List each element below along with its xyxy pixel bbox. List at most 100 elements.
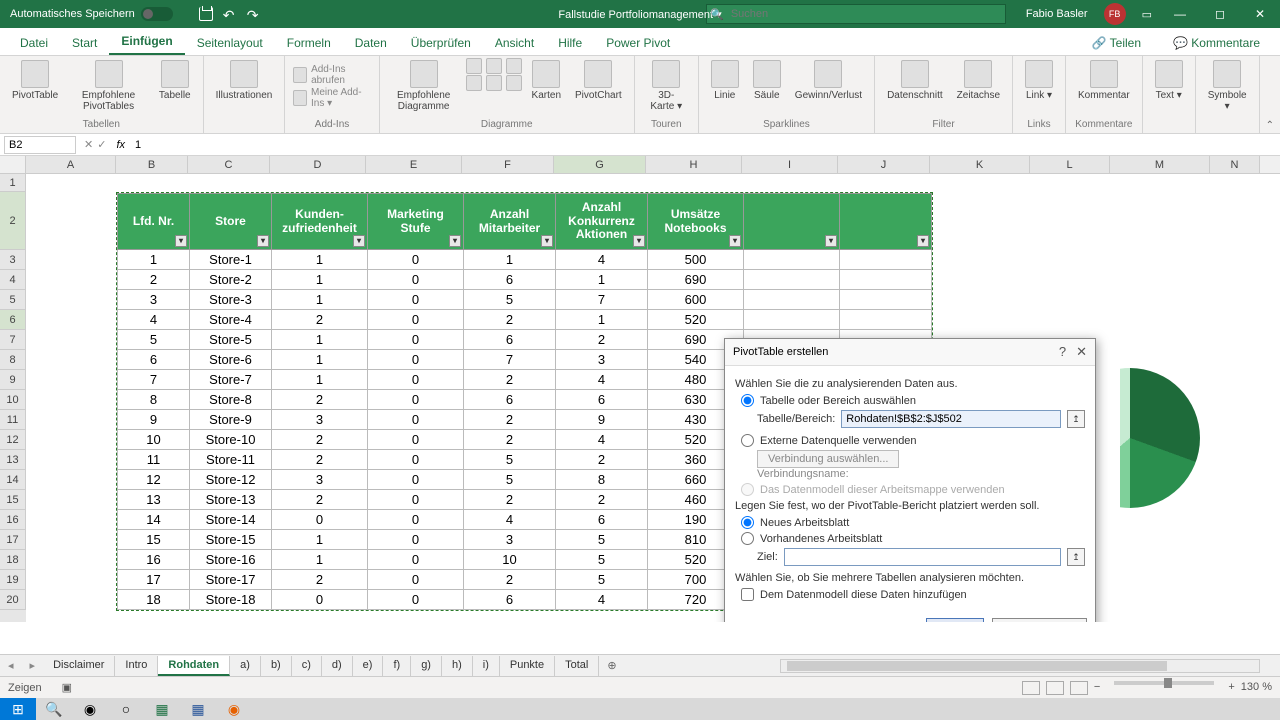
col-header-G[interactable]: G: [554, 156, 646, 173]
sheet-tab-total[interactable]: Total: [555, 656, 599, 676]
cell[interactable]: Store-6: [190, 350, 272, 370]
ribbon-tab-überprüfen[interactable]: Überprüfen: [399, 31, 483, 55]
col-header-E[interactable]: E: [366, 156, 462, 173]
row-header-17[interactable]: 17: [0, 530, 26, 550]
range-picker-icon[interactable]: ↥: [1067, 410, 1085, 428]
line-chart-icon[interactable]: [486, 58, 502, 74]
sparkline-line-button[interactable]: Linie: [707, 58, 743, 103]
radio-external-source[interactable]: Externe Datenquelle verwenden: [741, 434, 1085, 447]
sheet-tab-e)[interactable]: e): [353, 656, 384, 676]
row-header-16[interactable]: 16: [0, 510, 26, 530]
ribbon-tab-daten[interactable]: Daten: [343, 31, 399, 55]
cell[interactable]: Store-18: [190, 590, 272, 610]
cell[interactable]: Store-5: [190, 330, 272, 350]
cell[interactable]: 0: [368, 390, 464, 410]
avatar[interactable]: FB: [1104, 3, 1126, 25]
cell[interactable]: 0: [368, 430, 464, 450]
cancel-button[interactable]: Abbrechen: [992, 618, 1087, 622]
cell[interactable]: 5: [118, 330, 190, 350]
cell[interactable]: 2: [556, 490, 648, 510]
ribbon-display-icon[interactable]: ▭: [1142, 8, 1152, 21]
taskbar-excel-icon[interactable]: ▦: [144, 698, 180, 720]
cell[interactable]: Store-2: [190, 270, 272, 290]
cell[interactable]: 0: [368, 530, 464, 550]
cell[interactable]: Store-15: [190, 530, 272, 550]
ribbon-tab-hilfe[interactable]: Hilfe: [546, 31, 594, 55]
3dmap-button[interactable]: 3D-Karte ▾: [643, 58, 690, 114]
cell[interactable]: 0: [368, 570, 464, 590]
cell[interactable]: 0: [368, 550, 464, 570]
cell[interactable]: 3: [272, 410, 368, 430]
cell[interactable]: 2: [272, 570, 368, 590]
cell[interactable]: 12: [118, 470, 190, 490]
redo-icon[interactable]: [247, 7, 261, 21]
cell[interactable]: 1: [272, 330, 368, 350]
save-icon[interactable]: [199, 7, 213, 21]
col-header-H[interactable]: H: [646, 156, 742, 173]
radio-new-sheet[interactable]: Neues Arbeitsblatt: [741, 516, 1085, 529]
cell[interactable]: 0: [368, 270, 464, 290]
sparkline-winloss-button[interactable]: Gewinn/Verlust: [791, 58, 866, 103]
cell[interactable]: 2: [556, 330, 648, 350]
cell[interactable]: 6: [556, 510, 648, 530]
select-all-corner[interactable]: [0, 156, 26, 173]
col-header-D[interactable]: D: [270, 156, 366, 173]
row-header-10[interactable]: 10: [0, 390, 26, 410]
cell[interactable]: 1: [556, 310, 648, 330]
cell[interactable]: Store-1: [190, 250, 272, 270]
cell[interactable]: [840, 310, 932, 330]
col-header-K[interactable]: K: [930, 156, 1030, 173]
column-header[interactable]: Lfd. Nr.▾: [118, 194, 190, 250]
row-header-19[interactable]: 19: [0, 570, 26, 590]
toggle-off-icon[interactable]: [141, 7, 173, 21]
cell[interactable]: 8: [556, 470, 648, 490]
column-header[interactable]: AnzahlKonkurrenzAktionen▾: [556, 194, 648, 250]
cell[interactable]: Store-9: [190, 410, 272, 430]
illustrations-button[interactable]: Illustrationen: [212, 58, 277, 103]
symbols-button[interactable]: Symbole ▾: [1204, 58, 1251, 114]
cell[interactable]: 1: [272, 530, 368, 550]
col-header-N[interactable]: N: [1210, 156, 1260, 173]
my-addins-button[interactable]: Meine Add-Ins ▾: [293, 87, 370, 109]
cell[interactable]: 17: [118, 570, 190, 590]
cell[interactable]: 1: [464, 250, 556, 270]
slicer-button[interactable]: Datenschnitt: [883, 58, 947, 103]
cell[interactable]: 5: [556, 570, 648, 590]
cell[interactable]: 1: [272, 250, 368, 270]
cell[interactable]: 3: [272, 470, 368, 490]
pie-chart-icon[interactable]: [506, 58, 522, 74]
cell[interactable]: 6: [464, 390, 556, 410]
sheet-tab-disclaimer[interactable]: Disclaimer: [43, 656, 115, 676]
cell[interactable]: 1: [556, 270, 648, 290]
cell[interactable]: 16: [118, 550, 190, 570]
cell[interactable]: 2: [118, 270, 190, 290]
cell[interactable]: 0: [368, 590, 464, 610]
cell[interactable]: 2: [272, 390, 368, 410]
cell[interactable]: 1: [272, 550, 368, 570]
cell[interactable]: 4: [556, 370, 648, 390]
cell[interactable]: [840, 270, 932, 290]
cell[interactable]: 520: [648, 310, 744, 330]
cell[interactable]: 3: [556, 350, 648, 370]
taskbar-firefox-icon[interactable]: ◉: [216, 698, 252, 720]
col-header-C[interactable]: C: [188, 156, 270, 173]
maps-button[interactable]: Karten: [528, 58, 565, 114]
filter-icon[interactable]: ▾: [175, 235, 187, 247]
cell[interactable]: 2: [272, 310, 368, 330]
cell[interactable]: 5: [556, 550, 648, 570]
row-header-15[interactable]: 15: [0, 490, 26, 510]
sheet-tab-punkte[interactable]: Punkte: [500, 656, 555, 676]
sheet-tab-rohdaten[interactable]: Rohdaten: [158, 656, 230, 676]
cell[interactable]: 4: [556, 250, 648, 270]
cell[interactable]: 4: [556, 590, 648, 610]
autosave-toggle[interactable]: Automatisches Speichern: [10, 7, 173, 21]
cell[interactable]: 1: [272, 270, 368, 290]
horizontal-scrollbar[interactable]: [780, 659, 1260, 673]
filter-icon[interactable]: ▾: [825, 235, 837, 247]
sheet-tab-intro[interactable]: Intro: [115, 656, 158, 676]
row-header-1[interactable]: 1: [0, 174, 26, 192]
sheet-tab-a)[interactable]: a): [230, 656, 261, 676]
row-header-18[interactable]: 18: [0, 550, 26, 570]
get-addins-button[interactable]: Add-Ins abrufen: [293, 64, 370, 86]
cell[interactable]: 5: [464, 450, 556, 470]
